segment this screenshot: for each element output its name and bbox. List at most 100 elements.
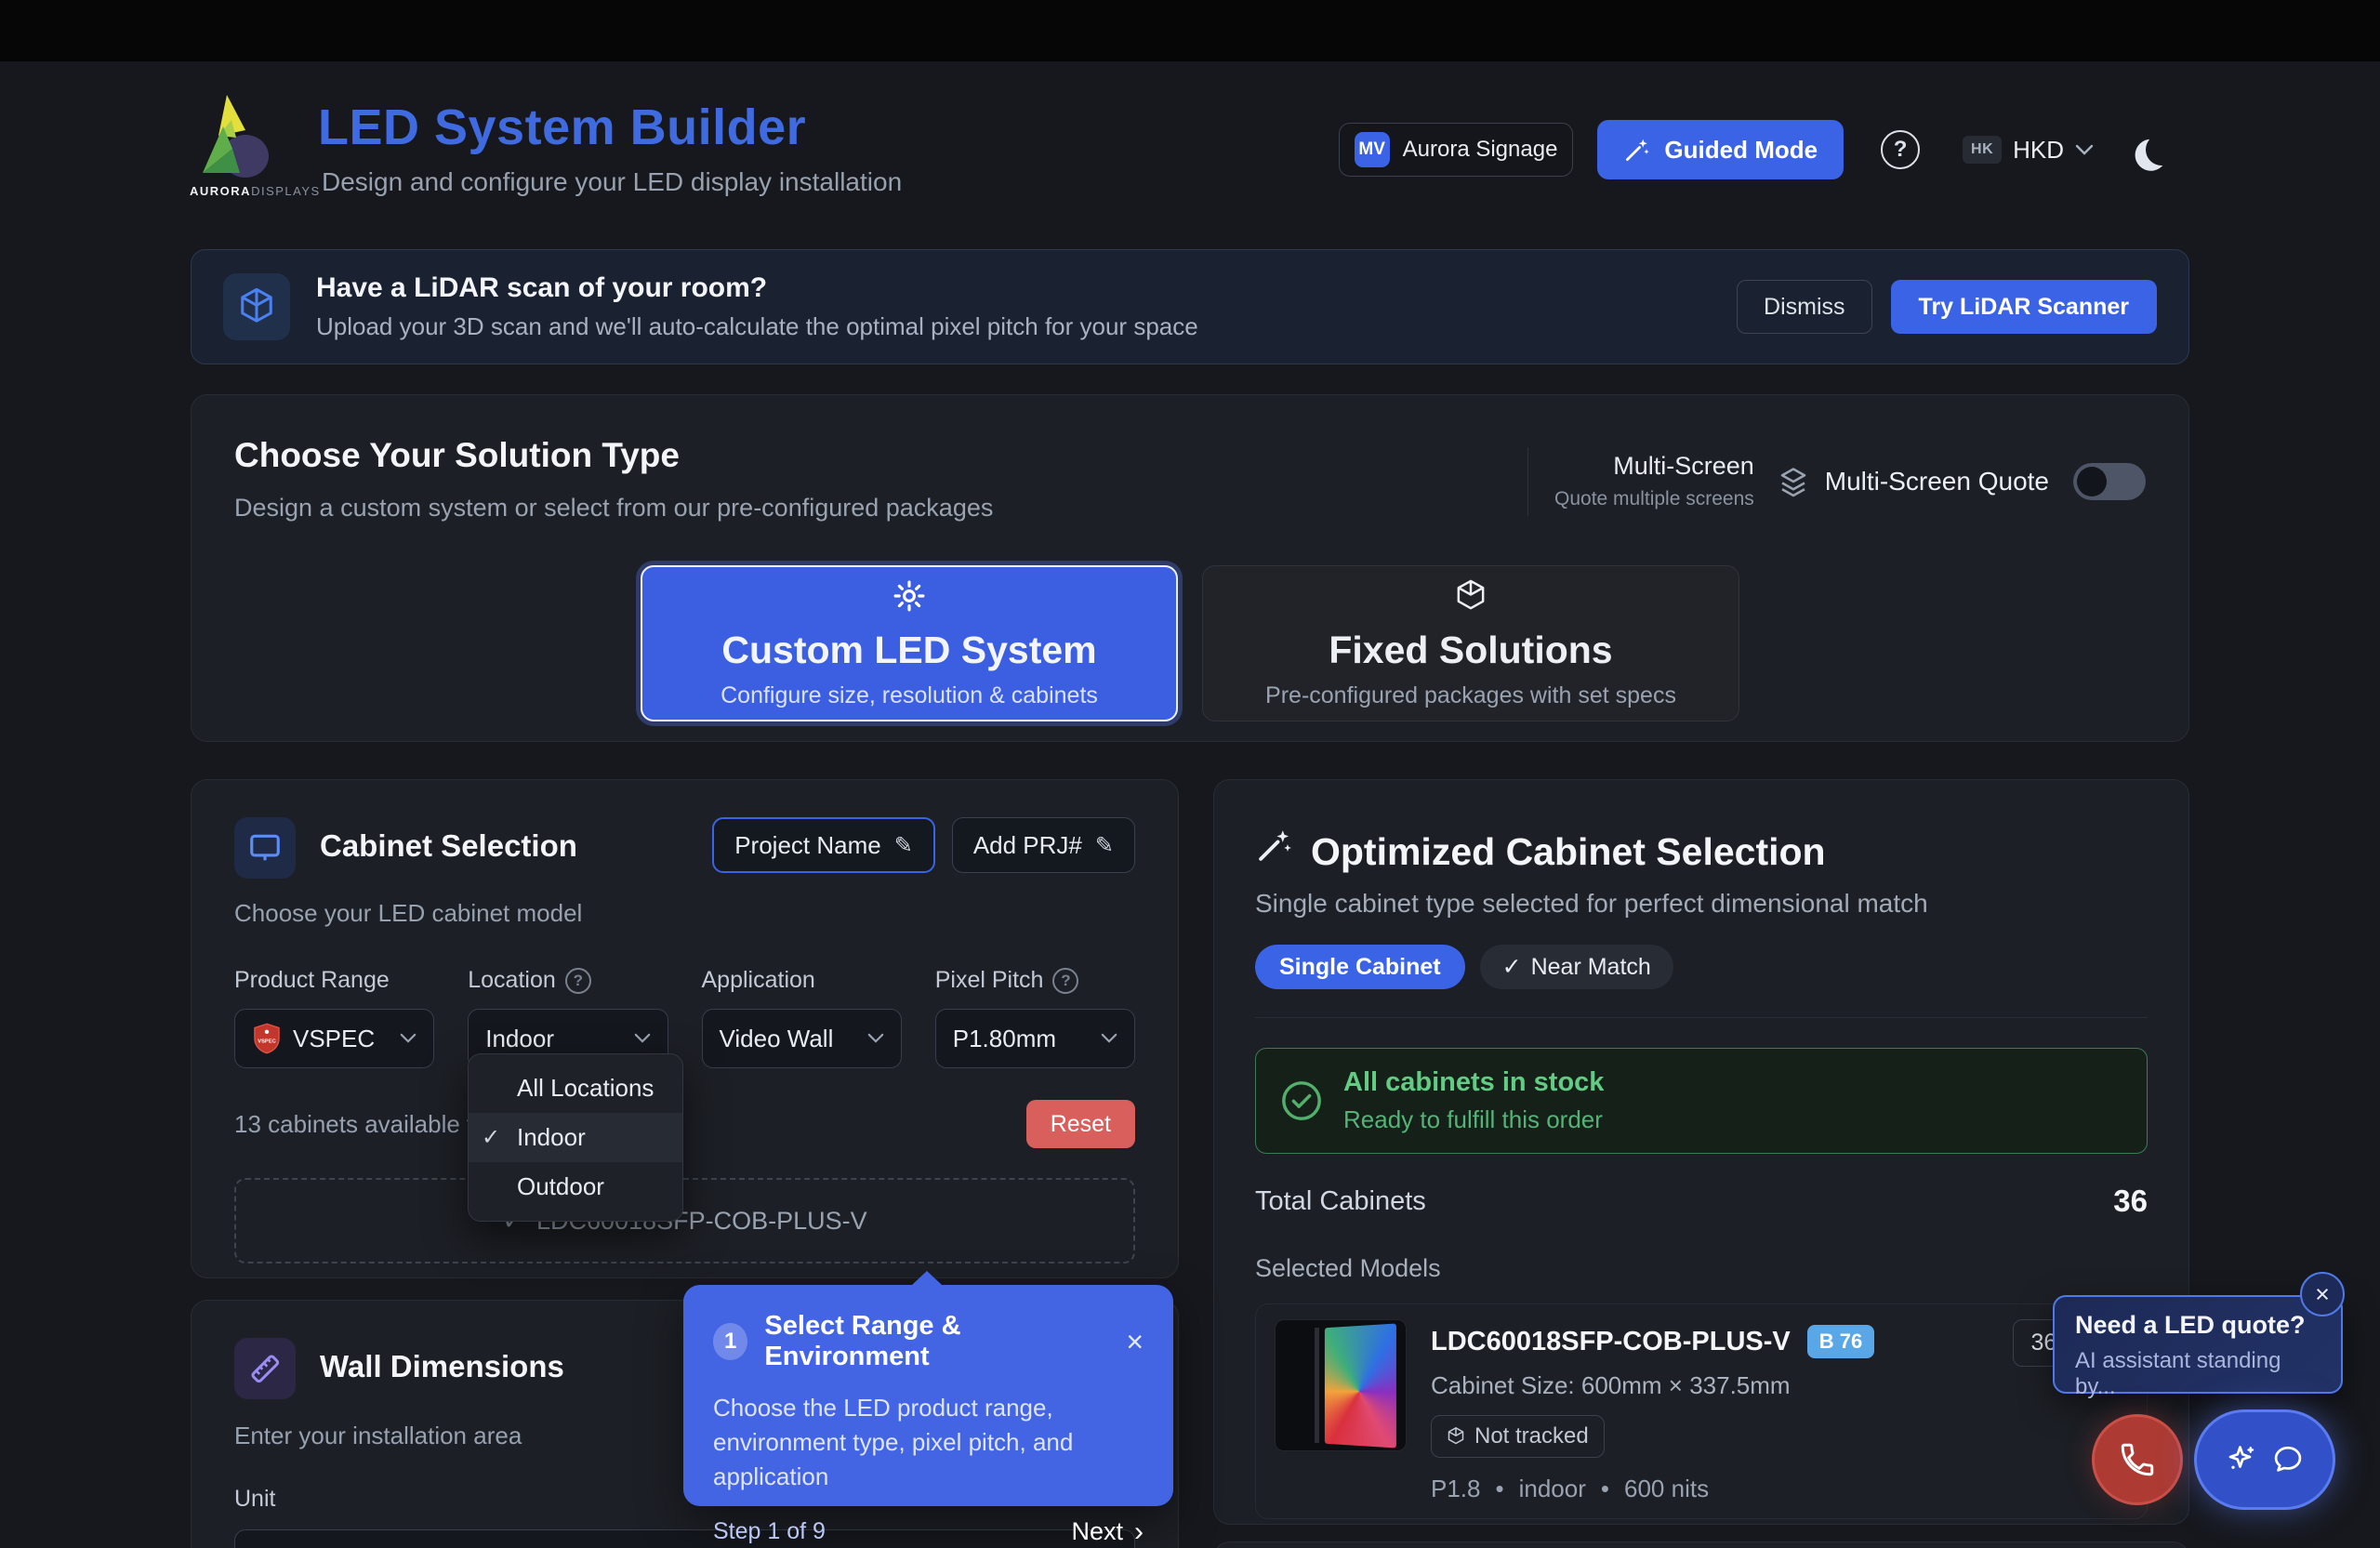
multi-screen-caption: Multi-Screen Quote multiple screens [1554,452,1754,510]
stock-subtitle: Ready to fulfill this order [1343,1105,1604,1134]
option-desc: Configure size, resolution & cabinets [721,682,1098,709]
ai-chat-button[interactable] [2194,1409,2335,1510]
avatar: MV [1355,132,1390,167]
lidar-subtitle: Upload your 3D scan and we'll auto-calcu… [316,312,1737,341]
step-number-badge: 1 [713,1323,747,1360]
option-title: Fixed Solutions [1329,628,1612,672]
pixel-pitch-select[interactable]: P1.80mm [935,1009,1135,1068]
solution-subtitle: Design a custom system or select from ou… [234,494,993,523]
aurora-logo [190,87,279,180]
multi-screen-toggle[interactable] [2073,463,2146,500]
selected-value: Video Wall [720,1025,856,1053]
tour-body: Choose the LED product range, environmen… [713,1391,1144,1494]
tour-progress: Step 1 of 9 [713,1518,826,1545]
optimized-selection-card: Optimized Cabinet Selection Single cabin… [1213,779,2189,1525]
reset-button[interactable]: Reset [1026,1100,1135,1148]
menu-item-label: Indoor [517,1123,586,1152]
selected-value: Indoor [485,1025,622,1053]
box-icon [1447,1426,1465,1447]
chat-title: Need a LED quote? [2075,1311,2320,1340]
option-fixed-solutions[interactable]: Fixed Solutions Pre-configured packages … [1202,565,1739,721]
chevron-right-icon: › [1134,1516,1144,1548]
menu-item-indoor[interactable]: ✓ Indoor [469,1113,682,1162]
help-icon[interactable]: ? [1052,968,1078,994]
next-label: Next [1071,1517,1123,1546]
next-button[interactable]: Next › [1071,1516,1144,1548]
filter-label: Application [702,967,815,994]
next-section-card [1213,1541,2189,1548]
optimized-title: Optimized Cabinet Selection [1311,830,1826,874]
project-name-button[interactable]: Project Name ✎ [712,817,935,873]
product-range-select[interactable]: VSPEC VSPEC [234,1009,434,1068]
filter-pixel-pitch: Pixel Pitch? P1.80mm [935,967,1135,1068]
check-circle-icon [1280,1079,1323,1122]
led-system-builder-app: AURORADISPLAYS LED System Builder Design… [0,0,2380,1548]
selected-value: VSPEC [293,1025,389,1053]
lidar-banner-text: Have a LiDAR scan of your room? Upload y… [316,272,1737,341]
multi-screen-label: Multi-Screen [1554,452,1754,481]
page-title: LED System Builder [318,99,806,156]
pencil-icon: ✎ [1095,832,1114,859]
optimized-subtitle: Single cabinet type selected for perfect… [1255,889,2148,919]
gear-icon [892,578,927,614]
filter-application: Application Video Wall [702,967,902,1068]
help-button[interactable]: ? [1881,130,1920,169]
dismiss-button[interactable]: Dismiss [1737,280,1872,334]
chat-teaser-popup[interactable]: Need a LED quote? AI assistant standing … [2053,1295,2343,1394]
selected-value: P1.80mm [953,1025,1090,1053]
option-custom-led-system[interactable]: Custom LED System Configure size, resolu… [641,565,1178,721]
chat-close-button[interactable]: × [2300,1272,2345,1316]
cabinet-size: Cabinet Size: 600mm × 337.5mm [1431,1371,1874,1400]
add-prj-button[interactable]: Add PRJ# ✎ [952,817,1135,873]
cabinet-product-image [1275,1319,1407,1451]
divider [1527,447,1528,516]
cabinet-subtitle: Choose your LED cabinet model [234,899,1135,928]
close-icon[interactable]: × [1126,1327,1144,1356]
toggle-knob [2077,467,2107,496]
application-select[interactable]: Video Wall [702,1009,902,1068]
package-icon [1454,578,1488,614]
selected-models-label: Selected Models [1255,1254,2148,1283]
solution-heading: Choose Your Solution Type Design a custo… [234,436,993,523]
menu-item-label: All Locations [517,1074,654,1103]
stock-status-box: All cabinets in stock Ready to fulfill t… [1255,1048,2148,1154]
guided-mode-button[interactable]: Guided Mode [1597,120,1844,179]
menu-item-outdoor[interactable]: Outdoor [469,1162,682,1211]
account-pill[interactable]: MV Aurora Signage [1339,123,1574,177]
tour-tooltip: 1 Select Range & Environment × Choose th… [683,1285,1173,1506]
cabinet-selection-card: Cabinet Selection Project Name ✎ Add PRJ… [191,779,1179,1278]
check-icon: ✓ [482,1124,517,1151]
product-specs: P1.8 • indoor • 600 nits [1431,1475,1874,1503]
chevron-down-icon [634,1033,651,1044]
menu-item-all-locations[interactable]: All Locations [469,1064,682,1113]
not-tracked-badge: Not tracked [1431,1415,1605,1458]
dark-mode-toggle-moon-icon[interactable] [2143,131,2180,168]
page-subtitle: Design and configure your LED display in… [322,167,902,197]
spec-environment: indoor [1519,1475,1586,1503]
vspec-shield-icon: VSPEC [252,1023,282,1054]
product-row[interactable]: LDC60018SFP-COB-PLUS-V B 76 Cabinet Size… [1255,1303,2148,1519]
brand-secondary: DISPLAYS [251,184,321,198]
wall-title: Wall Dimensions [320,1349,564,1384]
selected-model-box: ✓ LDC60018SFP-COB-PLUS-V [234,1178,1135,1264]
results-count-text: 13 cabinets available f [234,1110,473,1139]
question-glyph: ? [574,972,583,990]
filter-product-range: Product Range VSPEC VSPEC [234,967,434,1068]
option-desc: Pre-configured packages with set specs [1265,682,1676,709]
question-icon: ? [1894,137,1908,163]
try-lidar-scanner-button[interactable]: Try LiDAR Scanner [1891,280,2157,334]
pencil-icon: ✎ [894,832,913,859]
multi-screen-toggle-label: Multi-Screen Quote [1825,467,2049,496]
lidar-title: Have a LiDAR scan of your room? [316,272,1737,304]
currency-code: HKD [2013,136,2064,165]
location-dropdown-menu: All Locations ✓ Indoor Outdoor [468,1053,683,1222]
cabinet-title: Cabinet Selection [320,828,577,864]
total-cabinets-label: Total Cabinets [1255,1186,1426,1217]
currency-selector[interactable]: HK HKD [1963,136,2094,165]
close-icon: × [2315,1280,2330,1309]
phone-call-button[interactable] [2092,1414,2183,1505]
lidar-banner: Have a LiDAR scan of your room? Upload y… [191,249,2189,364]
filter-label: Product Range [234,967,390,994]
hk-flag-badge: HK [1963,136,2002,164]
help-icon[interactable]: ? [565,968,591,994]
